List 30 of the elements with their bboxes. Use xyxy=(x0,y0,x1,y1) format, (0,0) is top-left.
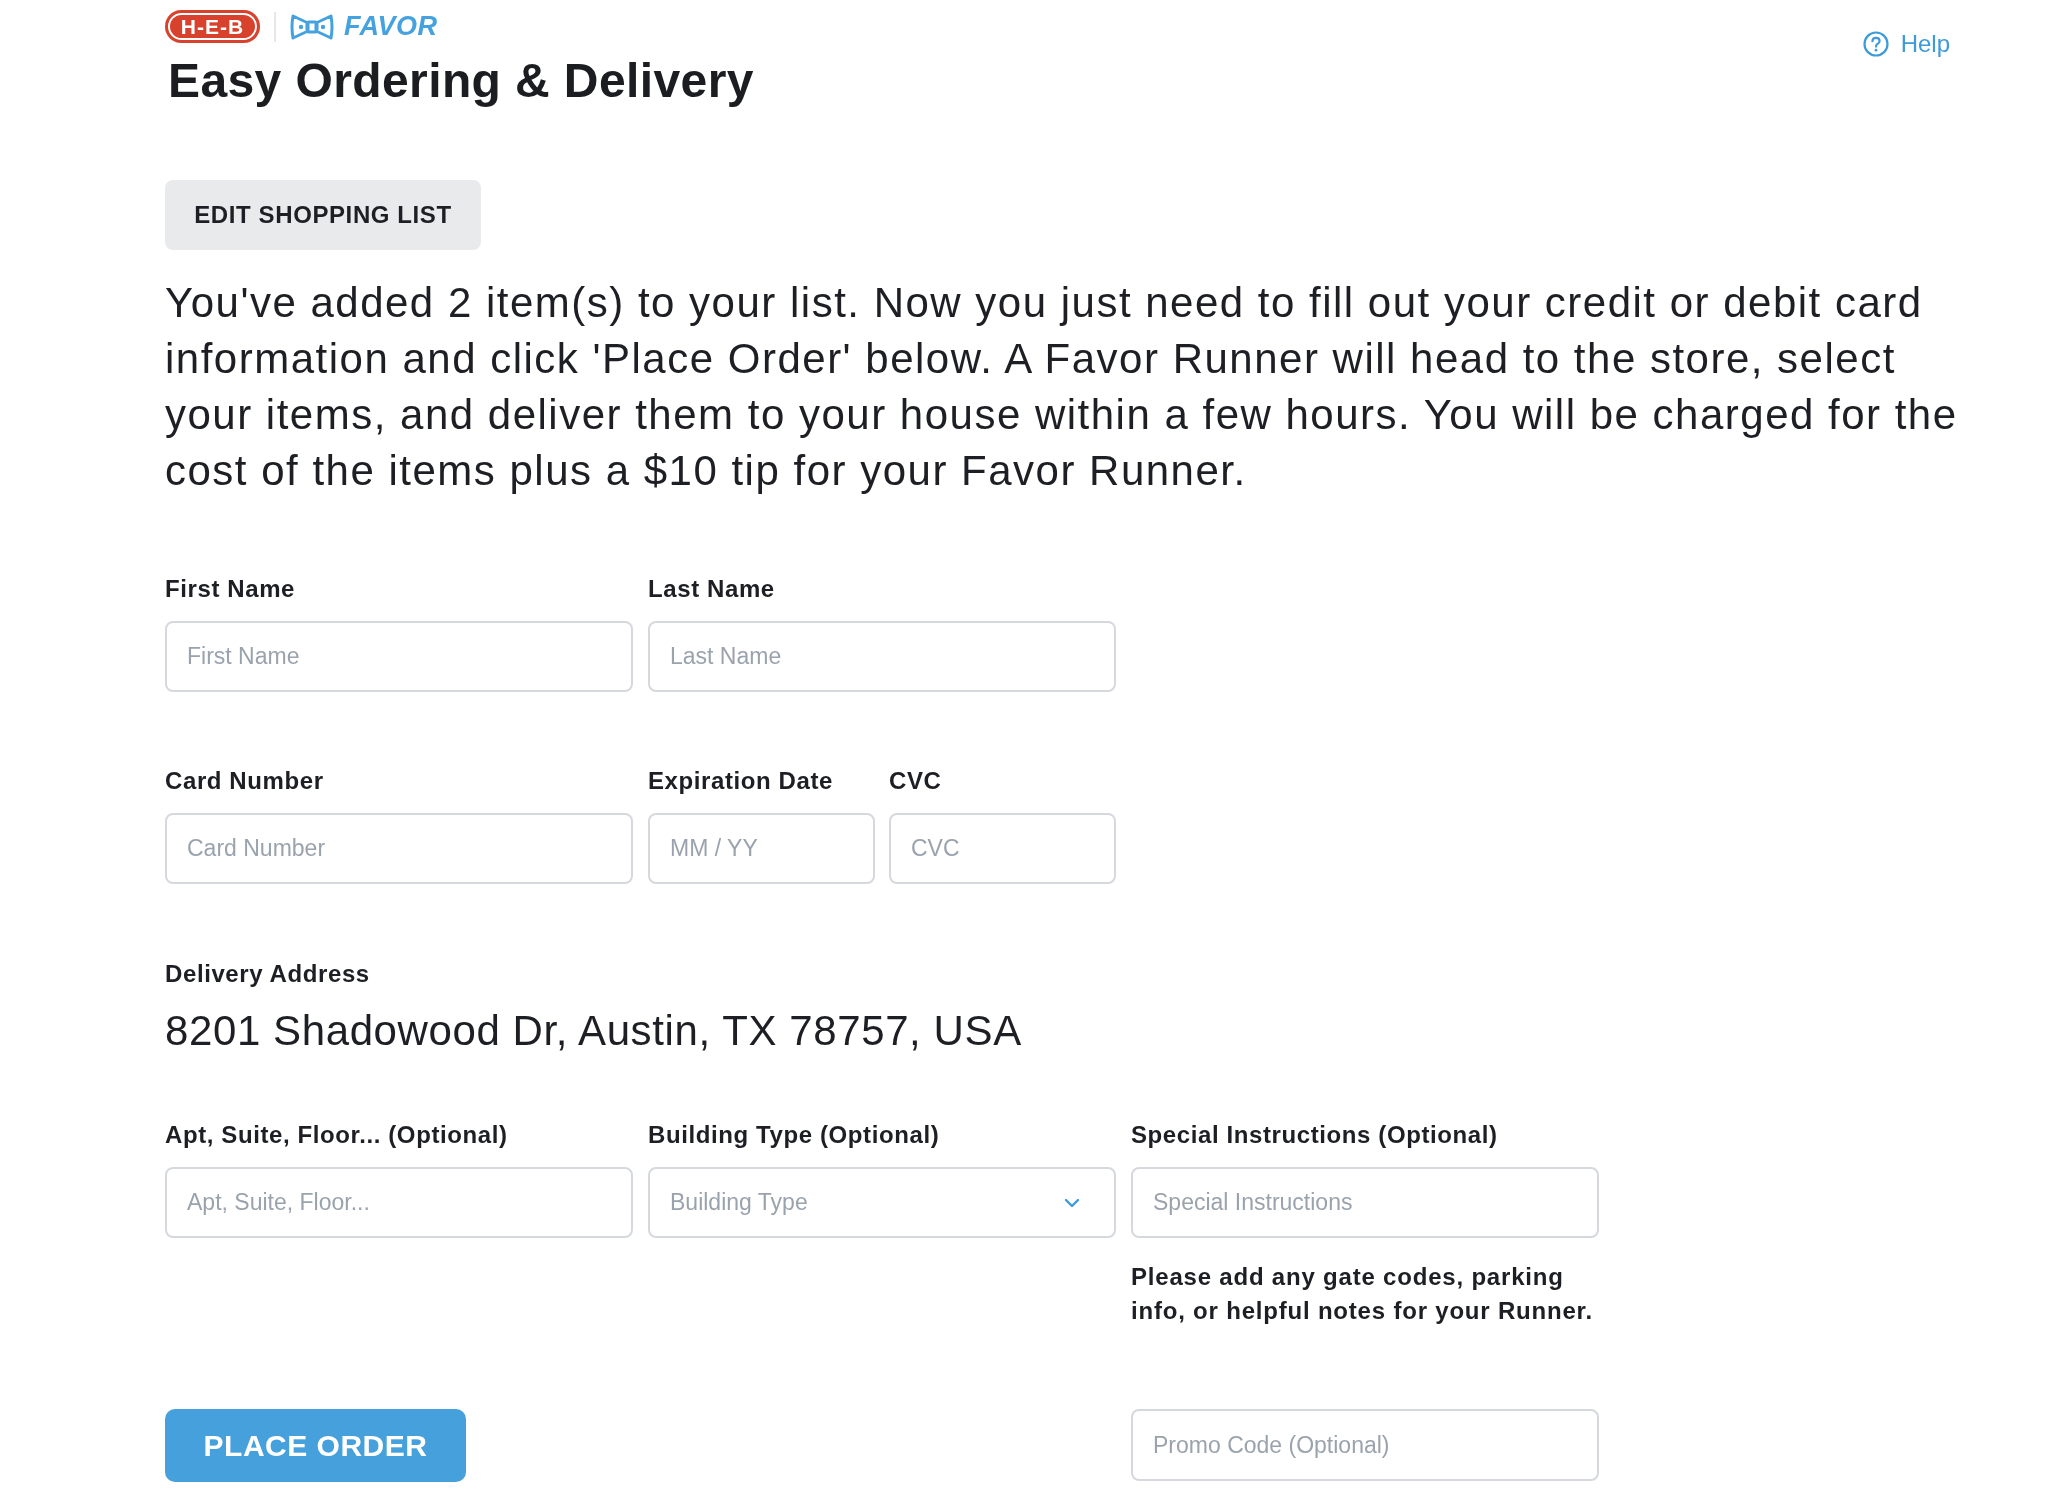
chevron-down-icon xyxy=(1064,1197,1080,1208)
hint-text: Please add any gate codes, parking info, or helpful notes for your Runner. xyxy=(1131,1262,1594,1326)
input-field[interactable]: Last Name xyxy=(648,621,1116,692)
input-field[interactable]: Card Number xyxy=(165,813,633,884)
help-link[interactable]: Help xyxy=(1862,30,1950,58)
field-label: Building Type (Optional) xyxy=(648,1121,940,1149)
promo-code-field[interactable]: Promo Code (Optional) xyxy=(1131,1409,1599,1481)
delivery-address: 8201 Shadowood Dr, Austin, TX 78757, USA xyxy=(165,1007,1022,1055)
input-field[interactable]: MM / YY xyxy=(648,813,875,884)
help-icon xyxy=(1862,31,1889,57)
store-logo: H-E-B xyxy=(165,10,260,43)
field-label: Last Name xyxy=(648,575,775,603)
field-label: Delivery Address xyxy=(165,960,370,988)
input-field[interactable]: Special Instructions xyxy=(1131,1167,1599,1238)
bow-tie-icon xyxy=(290,12,334,41)
intro-text: You've added 2 item(s) to your list. Now you just need to fill out your credit or debit card information and click 'Place Order' below. A Favor Runner will head to the store, select your items, and deliver them to your house within a few hours. You will be charged for the cost of the items plus a $10 tip for your Favor Runner. xyxy=(165,278,1959,496)
building-type-dropdown[interactable]: Building Type xyxy=(648,1167,1116,1238)
field-label: Special Instructions (Optional) xyxy=(1131,1121,1498,1149)
place-order-button[interactable]: PLACE ORDER xyxy=(165,1409,466,1482)
field-label: Expiration Date xyxy=(648,767,834,795)
page-title: Easy Ordering & Delivery xyxy=(168,55,754,107)
input-field[interactable]: CVC xyxy=(889,813,1116,884)
field-label: First Name xyxy=(165,575,296,603)
service-logo: FAVOR xyxy=(344,11,438,42)
field-label: CVC xyxy=(889,767,942,795)
field-label: Apt, Suite, Floor... (Optional) xyxy=(165,1121,508,1149)
input-field[interactable]: First Name xyxy=(165,621,633,692)
edit-shopping-list-button[interactable]: EDIT SHOPPING LIST xyxy=(165,180,481,250)
input-field[interactable]: Apt, Suite, Floor... xyxy=(165,1167,633,1238)
field-label: Card Number xyxy=(165,767,324,795)
